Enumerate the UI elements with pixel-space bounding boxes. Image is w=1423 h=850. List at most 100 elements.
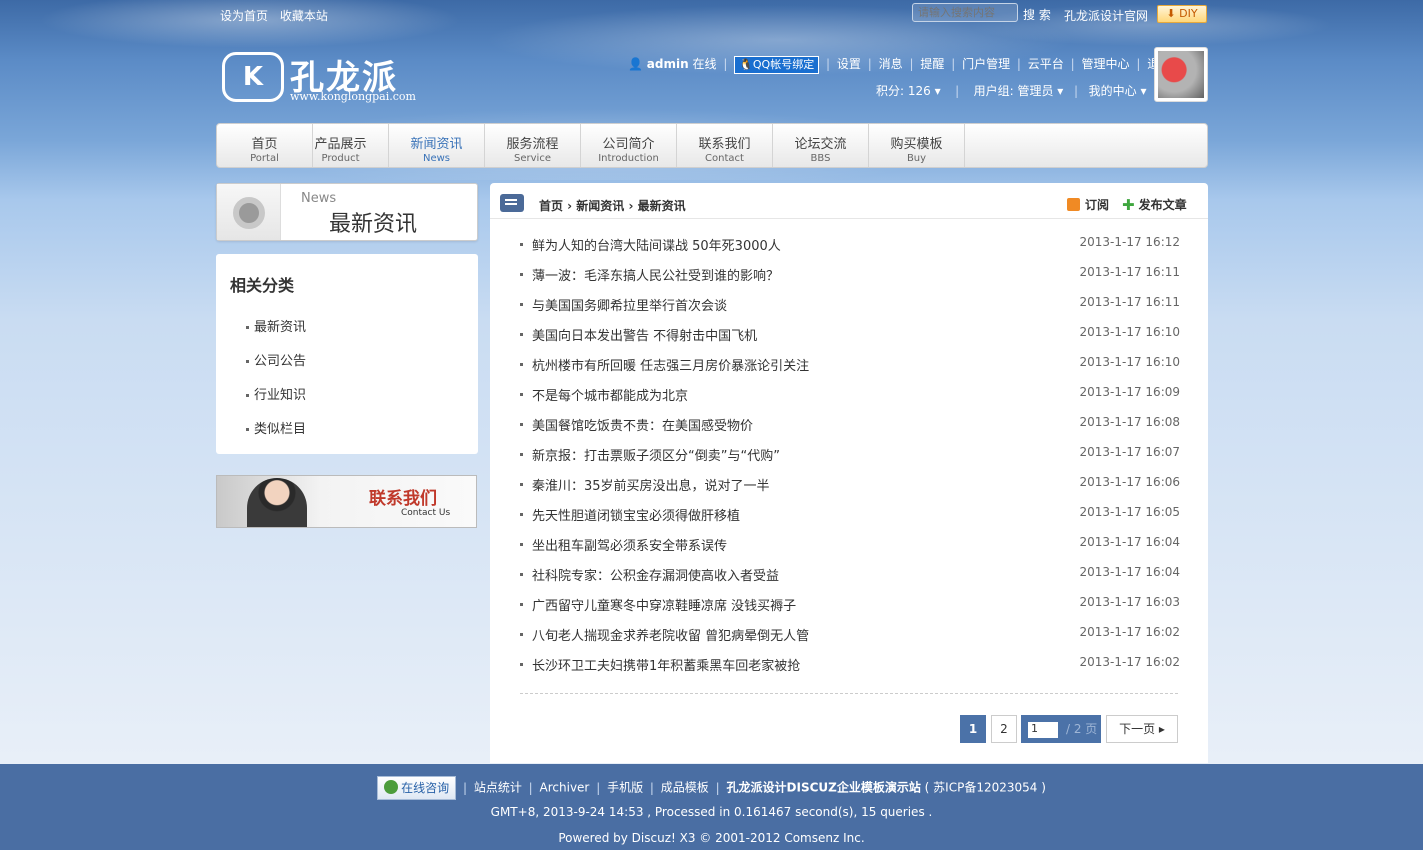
messages-link[interactable]: 消息: [879, 57, 903, 71]
points-dropdown[interactable]: 积分: 126 ▾: [876, 84, 941, 98]
diy-label: DIY: [1179, 7, 1198, 20]
nav-item-news[interactable]: 新闻资讯 News: [389, 124, 485, 167]
nav-label-en: Introduction: [598, 153, 659, 164]
list-item: 与美国国务卿希拉里举行首次会谈 2013-1-17 16:11: [520, 295, 1180, 325]
list-item: 美国餐馆吃饭贵不贵：在美国感受物价 2013-1-17 16:08: [520, 415, 1180, 445]
page-total: / 2 页: [1066, 722, 1098, 736]
qq-bind-button[interactable]: 🐧QQ帐号绑定: [734, 55, 820, 74]
plus-icon: ✚: [1122, 196, 1135, 214]
bullet-icon: [246, 326, 249, 329]
article-title-link[interactable]: 长沙环卫工夫妇携带1年积蓄乘黑车回老家被抢: [532, 655, 800, 674]
admin-center-link[interactable]: 管理中心: [1082, 57, 1130, 71]
next-page-button[interactable]: 下一页 ▸: [1106, 715, 1178, 743]
site-logo[interactable]: K 孔龙派 www.konglongpai.com: [220, 48, 430, 106]
username-link[interactable]: admin: [647, 57, 689, 71]
article-title-link[interactable]: 广西留守儿童寒冬中穿凉鞋睡凉席 没钱买褥子: [532, 595, 796, 614]
page-2-button[interactable]: 2: [991, 715, 1017, 743]
my-center-dropdown[interactable]: 我的中心 ▾: [1089, 84, 1147, 98]
bullet-icon: [520, 483, 523, 486]
usergroup-label: 用户组: 管理员: [973, 84, 1054, 98]
post-article-link[interactable]: ✚ 发布文章: [1122, 196, 1187, 214]
portal-admin-link[interactable]: 门户管理: [962, 57, 1010, 71]
article-title-link[interactable]: 杭州楼市有所回暖 任志强三月房价暴涨论引关注: [532, 355, 809, 374]
breadcrumb[interactable]: 首页 › 新闻资讯 › 最新资讯: [539, 197, 686, 214]
page-jump-input[interactable]: 1: [1028, 722, 1058, 738]
article-title-link[interactable]: 社科院专家：公积金存漏洞使高收入者受益: [532, 565, 779, 584]
category-item-latest-news[interactable]: 最新资讯: [246, 316, 306, 350]
online-consult-label: 在线咨询: [401, 781, 450, 795]
bullet-icon: [520, 303, 523, 306]
section-title-cn: 最新资讯: [329, 212, 418, 237]
nav-label-en: Service: [514, 153, 551, 164]
main-content: 首页 › 新闻资讯 › 最新资讯 订阅 ✚ 发布文章 鲜为人知的台湾大陆间谍战 5…: [490, 183, 1208, 763]
set-home-link[interactable]: 设为首页: [220, 9, 268, 23]
article-title-link[interactable]: 八旬老人揣现金求养老院收留 曾犯病晕倒无人管: [532, 625, 809, 644]
article-time: 2013-1-17 16:04: [1079, 535, 1181, 549]
nav-item-contact[interactable]: 联系我们 Contact: [677, 124, 773, 167]
footer-link-archiver[interactable]: Archiver: [540, 781, 590, 795]
user-info: 👤 admin 在线 | 🐧QQ帐号绑定 | 设置 | 消息 | 提醒 | 门户…: [628, 55, 1171, 74]
contact-banner-subtitle: Contact Us: [401, 508, 451, 518]
notifications-link[interactable]: 提醒: [920, 57, 944, 71]
footer-link-templates[interactable]: 成品模板: [661, 781, 709, 795]
category-item-industry[interactable]: 行业知识: [246, 384, 306, 418]
section-title-en: News: [301, 191, 337, 206]
search-button[interactable]: 搜 索: [1023, 6, 1051, 23]
official-site-link[interactable]: 孔龙派设计官网: [1064, 7, 1148, 24]
list-item: 先天性胆道闭锁宝宝必须得做肝移植 2013-1-17 16:05: [520, 505, 1180, 535]
section-icon-wrap: [217, 184, 281, 240]
category-label: 最新资讯: [254, 320, 307, 335]
footer-site-name[interactable]: 孔龙派设计DISCUZ企业模板演示站: [727, 781, 921, 795]
separator: |: [1016, 57, 1021, 71]
article-title-link[interactable]: 薄一波：毛泽东搞人民公社受到谁的影响？: [532, 265, 779, 284]
nav-label-cn: 论坛交流: [794, 137, 847, 152]
footer-link-mobile[interactable]: 手机版: [607, 781, 643, 795]
page-1-button[interactable]: 1: [960, 715, 986, 743]
contact-banner[interactable]: 联系我们 Contact Us: [216, 475, 477, 528]
avatar[interactable]: [1154, 47, 1208, 102]
category-item-announcements[interactable]: 公司公告: [246, 350, 306, 384]
article-title-link[interactable]: 鲜为人知的台湾大陆间谍战 50年死3000人: [532, 235, 781, 254]
top-bar: 设为首页 收藏本站 搜 索 孔龙派设计官网 ⬇ DIY: [0, 0, 1423, 28]
cloud-platform-link[interactable]: 云平台: [1028, 57, 1064, 71]
nav-item-service[interactable]: 服务流程 Service: [485, 124, 581, 167]
article-title-link[interactable]: 秦淮川：35岁前买房没出息，说对了一半: [532, 475, 770, 494]
separator: |: [1070, 84, 1082, 98]
article-time: 2013-1-17 16:02: [1079, 655, 1181, 669]
settings-link[interactable]: 设置: [837, 57, 861, 71]
online-consult-button[interactable]: 在线咨询: [377, 776, 457, 800]
article-title-link[interactable]: 美国向日本发出警告 不得射击中国飞机: [532, 325, 757, 344]
article-title-link[interactable]: 新京报：打击票贩子须区分“倒卖”与“代购”: [532, 445, 780, 464]
article-time: 2013-1-17 16:03: [1079, 595, 1181, 609]
footer-icp[interactable]: ( 苏ICP备12023054 ): [925, 781, 1046, 795]
bullet-icon: [520, 453, 523, 456]
nav-item-buy[interactable]: 购买模板 Buy: [869, 124, 965, 167]
diy-button[interactable]: ⬇ DIY: [1157, 5, 1207, 23]
separator: |: [826, 57, 831, 71]
separator: |: [951, 57, 956, 71]
usergroup-dropdown[interactable]: 用户组: 管理员 ▾: [974, 84, 1064, 98]
bookmark-link[interactable]: 收藏本站: [280, 9, 328, 23]
article-title-link[interactable]: 不是每个城市都能成为北京: [532, 385, 688, 404]
category-item-similar[interactable]: 类似栏目: [246, 418, 306, 452]
separator: |: [909, 57, 914, 71]
subscribe-link[interactable]: 订阅: [1067, 196, 1109, 213]
footer-powered: Powered by Discuz! X3 © 2001-2012 Comsen…: [558, 831, 865, 845]
nav-label-cn: 购买模板: [890, 137, 943, 152]
article-title-link[interactable]: 先天性胆道闭锁宝宝必须得做肝移植: [532, 505, 740, 524]
subscribe-label: 订阅: [1085, 198, 1110, 212]
article-time: 2013-1-17 16:11: [1079, 265, 1181, 279]
user-stats: 积分: 126 ▾ | 用户组: 管理员 ▾ | 我的中心 ▾: [876, 82, 1147, 99]
article-title-link[interactable]: 美国餐馆吃饭贵不贵：在美国感受物价: [532, 415, 753, 434]
search-input[interactable]: [912, 3, 1018, 22]
article-title-link[interactable]: 与美国国务卿希拉里举行首次会谈: [532, 295, 727, 314]
nav-label-cn: 服务流程: [506, 137, 559, 152]
nav-item-product[interactable]: 产品展示 Product: [293, 124, 389, 167]
bullet-icon: [520, 363, 523, 366]
section-header: News 最新资讯: [216, 183, 478, 241]
next-page-label: 下一页: [1119, 722, 1156, 736]
article-title-link[interactable]: 坐出租车副驾必须系安全带系误传: [532, 535, 727, 554]
footer-link-stats[interactable]: 站点统计: [474, 781, 522, 795]
nav-item-bbs[interactable]: 论坛交流 BBS: [773, 124, 869, 167]
nav-item-introduction[interactable]: 公司简介 Introduction: [581, 124, 677, 167]
